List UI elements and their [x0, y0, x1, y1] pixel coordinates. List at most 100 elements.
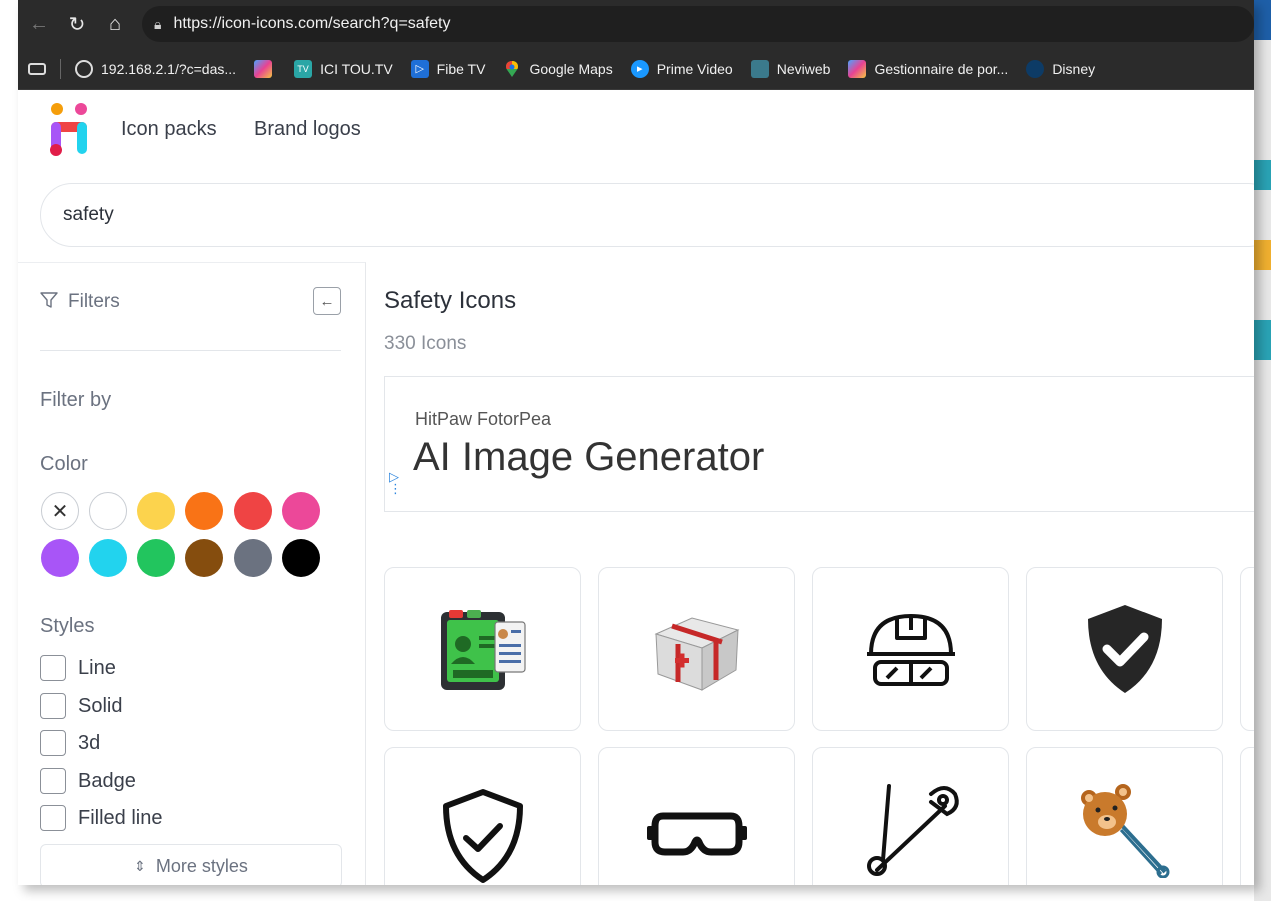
bookmark-item[interactable]: Google Maps [503, 60, 613, 78]
arrow-left-icon: ← [319, 292, 335, 310]
web-page: Icon packs Brand logos safety Filters ← … [18, 90, 1254, 885]
filter-funnel-icon [40, 291, 58, 314]
safety-goggles-icon [646, 812, 747, 856]
globe-icon [75, 59, 93, 78]
filters-title: Filters [68, 291, 120, 312]
collapse-sidebar-button[interactable]: ← [313, 287, 341, 315]
color-swatch-white[interactable] [89, 492, 127, 530]
bookmark-card[interactable] [28, 62, 46, 75]
hard-hat-goggles-icon [866, 614, 955, 686]
icon-tile[interactable] [1240, 567, 1254, 731]
icon-tile[interactable] [812, 747, 1009, 885]
bookmark-item[interactable]: Neviweb [750, 59, 830, 78]
bookmark-item[interactable]: TV ICI TOU.TV [294, 59, 393, 78]
style-option-solid[interactable]: Solid [40, 693, 122, 719]
more-styles-button[interactable]: ⇕ More styles [40, 844, 342, 885]
expand-vertical-icon: ⇕ [134, 857, 146, 874]
map-pin-icon [503, 60, 521, 78]
color-swatch-green[interactable] [137, 539, 175, 577]
app-colorful-icon [254, 59, 273, 78]
play-icon: ▷ [410, 59, 429, 78]
color-swatch-red[interactable] [234, 492, 272, 530]
disney-icon [1026, 59, 1045, 78]
ad-headline: AI Image Generator [413, 435, 765, 479]
back-button[interactable]: ← [22, 7, 56, 41]
style-checkbox[interactable] [40, 768, 66, 794]
icon-tile[interactable] [812, 567, 1009, 731]
bookmarks-bar: 192.168.2.1/?c=das... TV ICI TOU.TV ▷ Fi… [18, 48, 1254, 90]
color-swatch-brown[interactable] [185, 539, 223, 577]
bookmark-item[interactable]: ▸ Prime Video [630, 59, 733, 78]
results-count: 330 Icons [384, 333, 467, 354]
safety-pin-icon [866, 784, 959, 876]
search-value: safety [63, 204, 114, 225]
ad-banner[interactable]: HitPaw FotorPea AI Image Generator ▷ ⋮ [384, 376, 1254, 512]
app-colorful-icon [848, 59, 867, 78]
id-card-badge-icon [440, 610, 526, 690]
prime-video-icon: ▸ [630, 59, 649, 78]
url-text: https://icon-icons.com/search?q=safety [173, 15, 451, 32]
color-swatch-yellow[interactable] [137, 492, 175, 530]
refresh-icon: ↻ [68, 13, 86, 36]
nav-brand-logos[interactable]: Brand logos [254, 118, 361, 141]
icon-tile[interactable] [598, 747, 795, 885]
address-bar-row: ← ↻ ⌂ 🔒︎ https://icon-icons.com/search?q… [18, 0, 1254, 48]
style-option-filled-line[interactable]: Filled line [40, 805, 162, 831]
filters-header: Filters ← [40, 287, 341, 317]
site-logo[interactable] [48, 100, 90, 156]
color-swatch-pink[interactable] [282, 492, 320, 530]
site-info-icon[interactable]: 🔒︎ [154, 16, 161, 33]
back-arrow-icon: ← [29, 12, 49, 35]
style-checkbox[interactable] [40, 693, 66, 719]
nav-icon-packs[interactable]: Icon packs [121, 118, 217, 141]
close-icon: ✕ [51, 500, 69, 523]
color-swatch-purple[interactable] [41, 539, 79, 577]
bookmark-item[interactable]: 192.168.2.1/?c=das... [75, 59, 236, 78]
ad-brand: HitPaw FotorPea [415, 409, 552, 429]
icon-tile[interactable] [384, 747, 581, 885]
bookmark-item[interactable]: Gestionnaire de por... [848, 59, 1008, 78]
color-clear-swatch[interactable]: ✕ [41, 492, 79, 530]
style-option-badge[interactable]: Badge [40, 768, 136, 794]
bookmark-item[interactable]: ▷ Fibe TV [410, 59, 485, 78]
style-option-3d[interactable]: 3d [40, 730, 100, 756]
filters-divider [40, 350, 341, 351]
ad-choices-icon[interactable]: ▷ ⋮ [389, 470, 402, 495]
color-swatch-cyan[interactable] [89, 539, 127, 577]
first-aid-kit-icon [654, 617, 739, 691]
tou-tv-icon: TV [294, 59, 313, 78]
color-swatch-orange[interactable] [185, 492, 223, 530]
filters-sidebar: Filters ← Filter by Color ✕ Styles Line … [18, 262, 366, 885]
home-icon: ⌂ [108, 12, 122, 35]
icon-tile[interactable] [1026, 567, 1223, 731]
browser-window: ← ↻ ⌂ 🔒︎ https://icon-icons.com/search?q… [18, 0, 1254, 885]
bookmarks-separator [60, 58, 61, 79]
bookmark-item[interactable]: Disney [1026, 59, 1095, 78]
style-checkbox[interactable] [40, 730, 66, 756]
refresh-button[interactable]: ↻ [60, 7, 94, 41]
card-icon [28, 62, 46, 75]
home-button[interactable]: ⌂ [98, 7, 132, 41]
filter-by-label: Filter by [40, 389, 112, 411]
icon-tile[interactable] [384, 567, 581, 731]
results-area: Safety Icons 330 Icons HitPaw FotorPea A… [367, 262, 1254, 885]
url-field[interactable]: 🔒︎ https://icon-icons.com/search?q=safet… [142, 6, 1254, 42]
icon-tile[interactable] [1240, 747, 1254, 885]
desktop-background-strip [1254, 0, 1271, 901]
style-checkbox[interactable] [40, 805, 66, 831]
icon-tile[interactable] [1026, 747, 1223, 885]
icon-tile[interactable] [598, 567, 795, 731]
styles-label: Styles [40, 615, 95, 637]
search-input[interactable]: safety [40, 183, 1254, 247]
neviweb-icon [750, 59, 769, 78]
shield-check-solid-icon [1087, 605, 1162, 693]
style-option-line[interactable]: Line [40, 655, 116, 681]
color-swatch-gray[interactable] [234, 539, 272, 577]
color-swatch-black[interactable] [282, 539, 320, 577]
page-title: Safety Icons [384, 287, 517, 314]
bookmark-item[interactable] [254, 59, 280, 78]
shield-check-line-icon [442, 789, 523, 883]
color-label: Color [40, 453, 88, 475]
site-header: Icon packs Brand logos [18, 90, 1254, 174]
style-checkbox[interactable] [40, 655, 66, 681]
